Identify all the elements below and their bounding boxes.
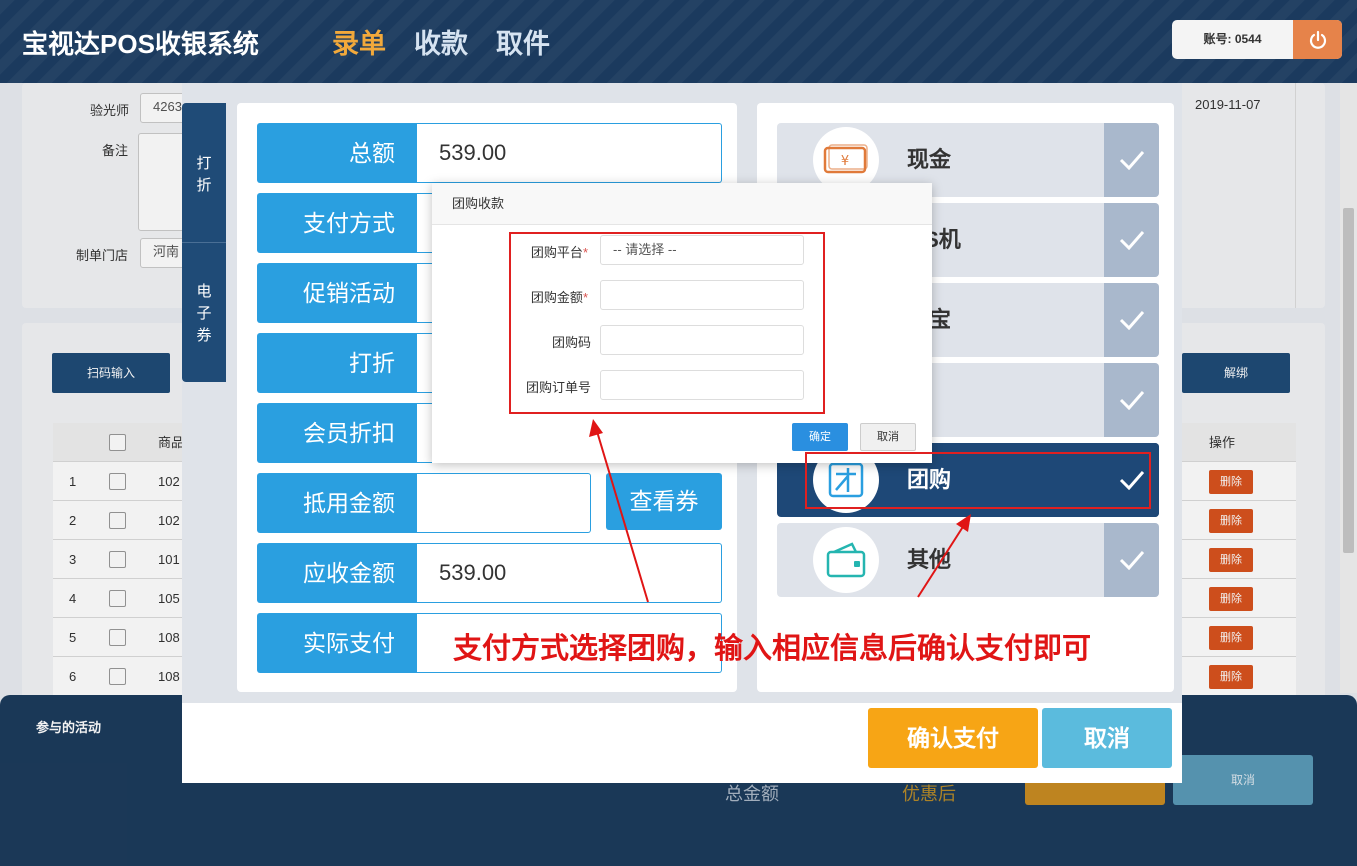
tab-discount[interactable]: 打折: [182, 153, 226, 197]
dialog-ok-button[interactable]: 确定: [792, 423, 848, 451]
nav-payment[interactable]: 收款: [414, 22, 468, 61]
dialog-title: 团购收款: [432, 183, 932, 225]
offset-amount-label: 抵用金额: [257, 473, 417, 533]
top-header: 宝视达POS收银系统 录单 收款 取件 账号: 0544: [0, 0, 1357, 83]
payment-method-label: 支付方式: [257, 193, 417, 253]
offset-amount-input[interactable]: [417, 473, 591, 533]
confirm-payment-button[interactable]: 确认支付: [868, 708, 1038, 768]
total-field: 总额 539.00: [257, 123, 722, 183]
account-label: 账号: 0544: [1203, 32, 1262, 46]
check-icon: [1104, 363, 1159, 437]
dialog-cancel-button[interactable]: 取消: [860, 423, 916, 451]
annotation-box-group-buy: [805, 452, 1151, 509]
tab-ecoupon[interactable]: 电子券: [182, 281, 226, 347]
svg-text:¥: ¥: [841, 154, 849, 169]
method-other-label: 其他: [907, 547, 952, 572]
member-discount-label: 会员折扣: [257, 403, 417, 463]
receivable-field: 应收金额 539.00: [257, 543, 722, 603]
tab-ecoupon-label: 电子券: [196, 283, 212, 344]
promotion-label: 促销活动: [257, 263, 417, 323]
total-value: 539.00: [417, 123, 722, 183]
total-label: 总额: [257, 123, 417, 183]
side-tab-divider: [182, 242, 226, 243]
account-box: 账号: 0544: [1172, 20, 1342, 59]
annotation-box-form: [509, 232, 825, 414]
check-icon: [1104, 203, 1159, 277]
annotation-text: 支付方式选择团购，输入相应信息后确认支付即可: [453, 633, 1092, 665]
power-icon: [1309, 30, 1326, 49]
offset-amount-field: 抵用金额: [257, 473, 591, 533]
nav-pickup[interactable]: 取件: [496, 22, 550, 61]
actual-payment-label: 实际支付: [257, 613, 417, 673]
receivable-label: 应收金额: [257, 543, 417, 603]
nav-entry[interactable]: 录单: [332, 22, 386, 61]
check-icon: [1104, 523, 1159, 597]
view-coupon-button[interactable]: 查看券: [606, 473, 722, 530]
wallet-icon: [813, 527, 879, 593]
app-title: 宝视达POS收银系统: [22, 29, 259, 59]
discount-label: 打折: [257, 333, 417, 393]
power-button[interactable]: [1293, 20, 1342, 59]
tab-discount-label: 打折: [196, 155, 212, 194]
side-tabs: 打折 电子券: [182, 103, 226, 382]
check-icon: [1104, 283, 1159, 357]
cancel-payment-button[interactable]: 取消: [1042, 708, 1172, 768]
screen: 宝视达POS收银系统 录单 收款 取件 账号: 0544 验光师 4263 备注…: [0, 0, 1357, 866]
receivable-value: 539.00: [417, 543, 722, 603]
method-other[interactable]: 其他: [777, 523, 1159, 597]
check-icon: [1104, 123, 1159, 197]
